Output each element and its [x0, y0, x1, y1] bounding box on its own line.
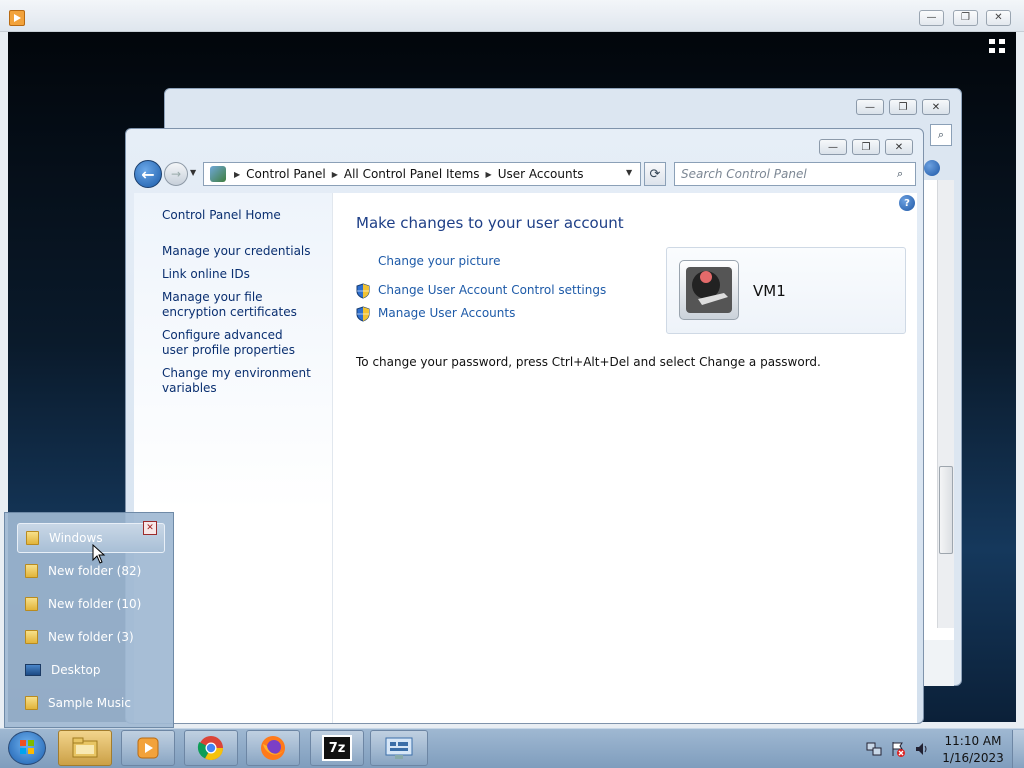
- breadcrumb-separator-icon[interactable]: ▶: [234, 170, 240, 179]
- taskbar-explorer-button[interactable]: [58, 730, 112, 766]
- folder-icon: [25, 630, 38, 644]
- uac-shield-icon: [356, 283, 370, 299]
- breadcrumb-all-items[interactable]: All Control Panel Items: [344, 167, 480, 181]
- taskbar-7zip-button[interactable]: 7z: [310, 730, 364, 766]
- control-panel-icon: [210, 166, 226, 182]
- explorer-icon: [72, 737, 98, 758]
- folder-icon: [25, 597, 38, 611]
- firefox-icon: [261, 736, 285, 760]
- window-minimize-button[interactable]: —: [819, 139, 847, 155]
- jump-list-item-new-folder-82[interactable]: New folder (82): [17, 556, 165, 586]
- search-icon[interactable]: ⌕: [897, 167, 909, 180]
- window-close-button[interactable]: ✕: [885, 139, 913, 155]
- avatar[interactable]: [679, 260, 739, 320]
- media-player-icon: [137, 737, 159, 759]
- back-window-maximize-button[interactable]: ❐: [889, 99, 917, 115]
- host-close-button[interactable]: ✕: [986, 10, 1011, 26]
- windows-logo-icon: [20, 740, 34, 754]
- jump-list-item-sample-music[interactable]: Sample Music: [17, 688, 165, 718]
- back-window-minimize-button[interactable]: —: [856, 99, 884, 115]
- breadcrumb-user-accounts[interactable]: User Accounts: [498, 167, 584, 181]
- forward-arrow-icon[interactable]: →: [164, 162, 188, 186]
- background-window-scroll-thumb[interactable]: [939, 466, 953, 554]
- virtualbox-app-icon[interactable]: [9, 10, 25, 26]
- background-window-scrollbar[interactable]: [937, 180, 954, 628]
- host-title-bar[interactable]: [0, 0, 1024, 32]
- address-bar[interactable]: ▶ Control Panel ▶ All Control Panel Item…: [203, 162, 641, 186]
- folder-icon: [25, 564, 38, 578]
- breadcrumb-separator-icon[interactable]: ▶: [332, 170, 338, 179]
- search-input[interactable]: Search Control Panel ⌕: [674, 162, 916, 186]
- advanced-profile-properties-link[interactable]: Configure advanced user profile properti…: [162, 328, 312, 358]
- host-minimize-button[interactable]: —: [919, 10, 944, 26]
- show-desktop-button[interactable]: [1012, 730, 1024, 768]
- window-maximize-button[interactable]: ❐: [852, 139, 880, 155]
- manage-user-accounts-link[interactable]: Manage User Accounts: [378, 306, 515, 320]
- uac-settings-link[interactable]: Change User Account Control settings: [378, 283, 606, 297]
- jump-list-item-label: Sample Music: [48, 696, 131, 710]
- mouse-pointer-icon: [92, 544, 106, 564]
- clock-date[interactable]: 1/16/2023: [940, 751, 1006, 765]
- fullscreen-toggle-icon[interactable]: [988, 38, 1006, 54]
- jump-list-item-label: New folder (82): [48, 564, 142, 578]
- taskbar-chrome-button[interactable]: [184, 730, 238, 766]
- page-title: Make changes to your user account: [356, 214, 624, 232]
- search-placeholder[interactable]: Search Control Panel: [681, 167, 897, 181]
- breadcrumb-separator-icon[interactable]: ▶: [486, 170, 492, 179]
- jump-list-item-label: New folder (10): [48, 597, 142, 611]
- taskbar-media-player-button[interactable]: [121, 730, 175, 766]
- address-dropdown-icon[interactable]: ▼: [626, 168, 632, 177]
- jump-list-item-desktop[interactable]: Desktop: [17, 655, 165, 685]
- jump-list-item-label: Desktop: [51, 663, 101, 677]
- back-window-close-button[interactable]: ✕: [922, 99, 950, 115]
- start-button[interactable]: [8, 731, 46, 765]
- chrome-icon: [197, 736, 223, 761]
- back-window-search-icon[interactable]: ⌕: [930, 124, 952, 146]
- taskbar-control-panel-button[interactable]: [370, 730, 428, 766]
- refresh-icon[interactable]: ⟳: [644, 162, 666, 186]
- back-window-help-icon[interactable]: [924, 160, 940, 176]
- explorer-jump-list: Windows ✕ New folder (82) New folder (10…: [4, 512, 174, 728]
- password-instructions: To change your password, press Ctrl+Alt+…: [356, 355, 821, 369]
- link-online-ids-link[interactable]: Link online IDs: [162, 267, 327, 282]
- back-arrow-icon[interactable]: ←: [134, 160, 162, 188]
- jump-list-item-label: New folder (3): [48, 630, 134, 644]
- jump-list-item-new-folder-10[interactable]: New folder (10): [17, 589, 165, 619]
- help-icon[interactable]: ?: [899, 195, 915, 211]
- taskbar-firefox-button[interactable]: [246, 730, 300, 766]
- file-encryption-certificates-link[interactable]: Manage your file encryption certificates: [162, 290, 322, 320]
- change-picture-link[interactable]: Change your picture: [378, 254, 500, 268]
- unpin-close-icon[interactable]: ✕: [143, 521, 157, 535]
- desktop-icon: [25, 664, 41, 676]
- uac-shield-icon: [356, 306, 370, 322]
- folder-icon: [25, 696, 38, 710]
- host-maximize-button[interactable]: ❐: [953, 10, 978, 26]
- volume-icon[interactable]: [914, 741, 930, 757]
- folder-icon: [26, 531, 39, 545]
- turntable-picture-icon: [686, 267, 732, 313]
- manage-credentials-link[interactable]: Manage your credentials: [162, 244, 327, 259]
- jump-list-item-new-folder-3[interactable]: New folder (3): [17, 622, 165, 652]
- jump-list-item-label: Windows: [49, 531, 103, 545]
- user-name: VM1: [753, 282, 786, 300]
- 7zip-icon: 7z: [322, 735, 352, 761]
- breadcrumb-control-panel[interactable]: Control Panel: [246, 167, 326, 181]
- control-panel-home-link[interactable]: Control Panel Home: [162, 208, 327, 223]
- environment-variables-link[interactable]: Change my environment variables: [162, 366, 312, 396]
- recent-pages-chevron-icon[interactable]: ▼: [190, 168, 196, 177]
- clock-time[interactable]: 11:10 AM: [940, 734, 1006, 748]
- action-center-icon[interactable]: [890, 741, 906, 757]
- network-icon[interactable]: [866, 741, 882, 757]
- control-panel-icon: [385, 737, 413, 759]
